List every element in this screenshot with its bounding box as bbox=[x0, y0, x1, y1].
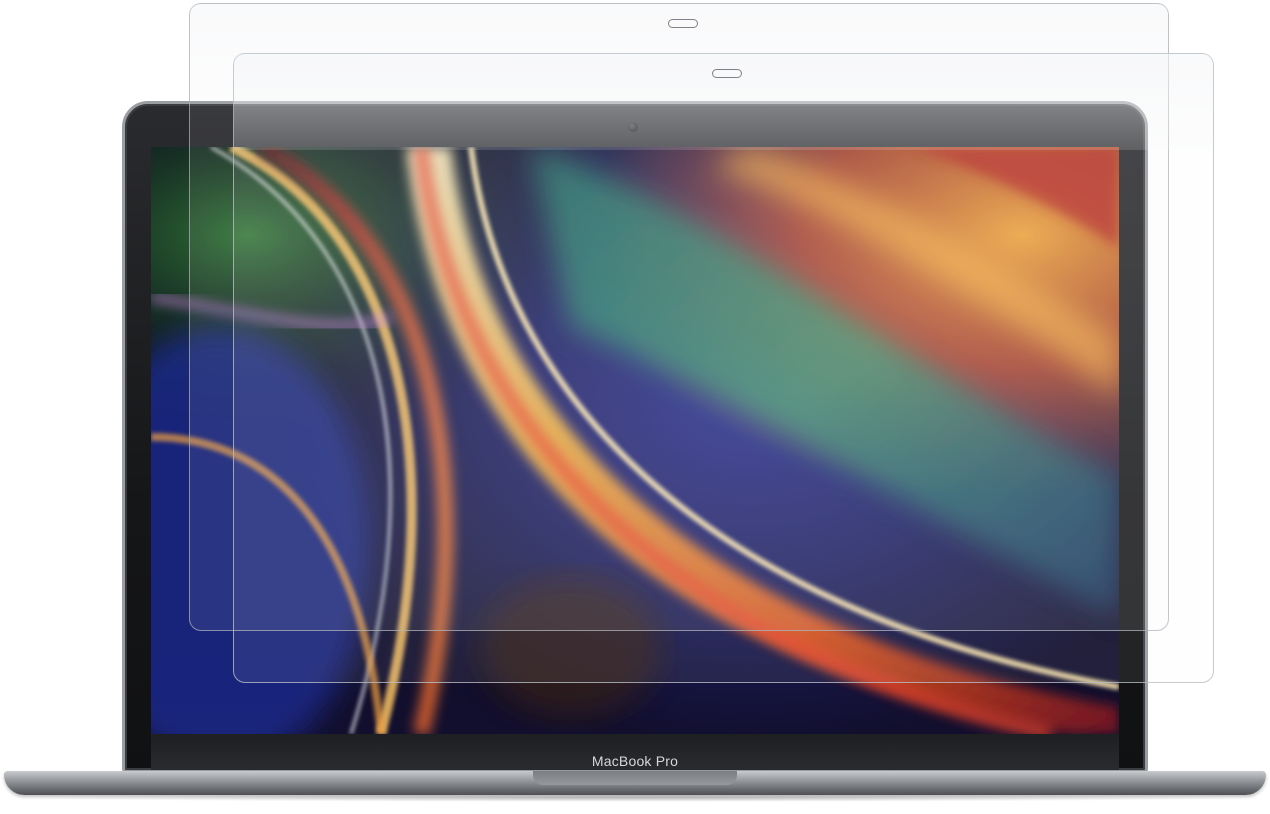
product-photo: MacBook Pro bbox=[0, 0, 1270, 814]
film-tab-slot-icon bbox=[712, 69, 742, 78]
base-shadow bbox=[30, 794, 1240, 802]
film-tab-slot-icon bbox=[668, 19, 698, 28]
opening-notch bbox=[533, 771, 737, 785]
model-label: MacBook Pro bbox=[591, 753, 679, 769]
screen-protector-film-front bbox=[233, 53, 1214, 683]
